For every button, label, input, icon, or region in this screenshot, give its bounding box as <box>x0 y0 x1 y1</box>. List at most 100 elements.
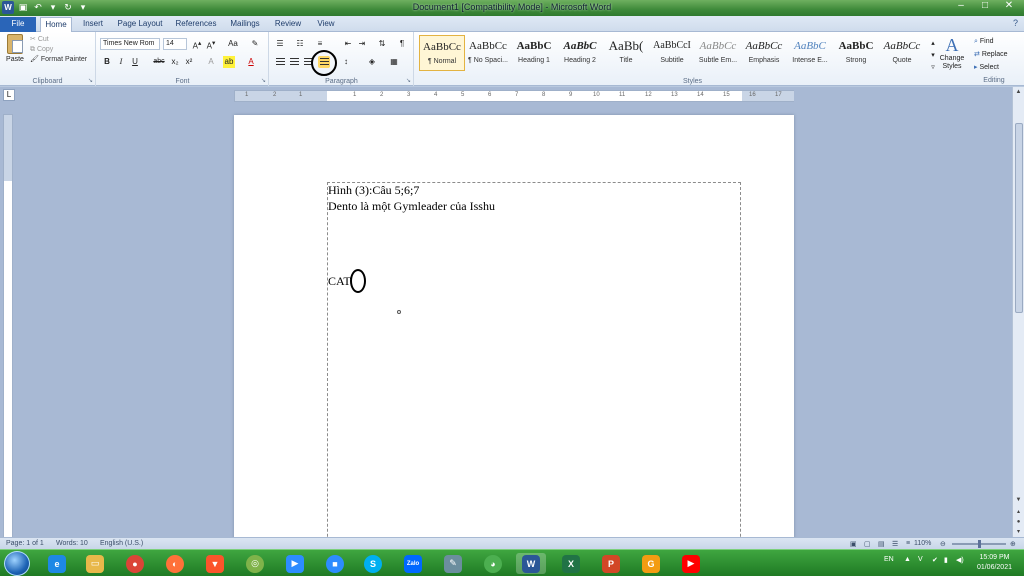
zoom-in-icon[interactable]: ⊕ <box>1010 540 1016 548</box>
align-right-button[interactable] <box>302 56 314 68</box>
word-count[interactable]: Words: 10 <box>56 540 88 547</box>
style-normal[interactable]: AaBbCc ¶ Normal <box>419 35 465 71</box>
scrollbar-thumb[interactable] <box>1015 123 1023 313</box>
highlight-icon[interactable]: ab <box>223 56 235 68</box>
paragraph-launcher-icon[interactable]: ↘ <box>406 77 411 84</box>
strikethrough-button[interactable]: abc <box>151 56 167 68</box>
change-case-button[interactable]: Aa <box>225 38 241 50</box>
align-center-button[interactable] <box>288 56 300 68</box>
style-heading-2[interactable]: AaBbC Heading 2 <box>557 35 603 71</box>
clear-formatting-icon[interactable]: ✎ <box>249 38 261 50</box>
page-count[interactable]: Page: 1 of 1 <box>6 540 44 547</box>
decrease-indent-icon[interactable]: ⇤ <box>342 38 354 50</box>
bullets-icon[interactable]: ☰ <box>274 38 286 50</box>
minimize-button[interactable]: – <box>954 0 968 11</box>
align-left-button[interactable] <box>274 56 286 68</box>
taskbar-ie[interactable]: e <box>42 553 72 574</box>
taskbar-zoom[interactable]: ▶ <box>280 553 310 574</box>
taskbar-app[interactable]: ◎ <box>240 553 270 574</box>
shading-icon[interactable]: ◈ <box>366 56 378 68</box>
shrink-font-icon[interactable]: A▾ <box>205 38 217 51</box>
justify-button[interactable] <box>318 56 330 68</box>
font-launcher-icon[interactable]: ↘ <box>261 77 266 84</box>
style-subtitle[interactable]: AaBbCcI Subtitle <box>649 35 695 71</box>
font-size-combo[interactable]: 14 <box>163 38 187 50</box>
multilevel-list-icon[interactable]: ≡ <box>314 38 326 50</box>
tab-references[interactable]: References <box>172 17 220 32</box>
scroll-down-icon[interactable]: ▼ <box>1013 495 1024 505</box>
italic-button[interactable]: I <box>115 56 127 68</box>
tab-review[interactable]: Review <box>272 17 304 32</box>
network-icon[interactable]: ▮ <box>944 556 948 564</box>
full-screen-icon[interactable]: ▢ <box>864 540 871 548</box>
browse-object-icon[interactable]: ● <box>1013 517 1024 527</box>
taskbar-zalo[interactable]: Zalo <box>398 553 428 574</box>
vertical-scrollbar[interactable]: ▲ ▼ ▴ ● ▾ <box>1012 87 1024 537</box>
underline-button[interactable]: U <box>129 56 141 68</box>
tab-mailings[interactable]: Mailings <box>226 17 264 32</box>
tab-page-layout[interactable]: Page Layout <box>114 17 166 32</box>
style-title[interactable]: AaBb( Title <box>603 35 649 71</box>
tray-app-icon[interactable]: V <box>918 556 923 563</box>
style-heading-1[interactable]: AaBbC Heading 1 <box>511 35 557 71</box>
style-emphasis[interactable]: AaBbCc Emphasis <box>741 35 787 71</box>
font-name-combo[interactable]: Times New Rom <box>100 38 160 50</box>
change-styles-button[interactable]: A Change Styles <box>938 35 966 71</box>
taskbar-skype[interactable]: S <box>358 553 388 574</box>
next-page-icon[interactable]: ▾ <box>1013 527 1024 537</box>
input-language[interactable]: EN <box>884 556 894 563</box>
sort-icon[interactable]: ⇅ <box>376 38 388 50</box>
taskbar-tool[interactable]: ✎ <box>438 553 468 574</box>
tab-file[interactable]: File <box>0 17 36 32</box>
tab-view[interactable]: View <box>312 17 340 32</box>
taskbar-zoom-2[interactable]: ■ <box>320 553 350 574</box>
text-box[interactable]: Hình (3):Câu 5;6;7 Dento là một Gymleade… <box>327 182 741 537</box>
close-button[interactable]: ✕ <box>1002 0 1016 11</box>
font-color-icon[interactable]: A <box>245 56 257 68</box>
style-no-spacing[interactable]: AaBbCc ¶ No Spaci... <box>465 35 511 71</box>
taskbar-powerpoint[interactable]: P <box>596 553 626 574</box>
tab-selector[interactable]: L <box>3 89 15 101</box>
line-spacing-icon[interactable]: ↕ <box>340 56 352 68</box>
zoom-slider[interactable] <box>952 540 1006 548</box>
borders-icon[interactable]: ▦ <box>388 56 400 68</box>
text-effects-icon[interactable]: A <box>205 56 217 68</box>
taskbar-word[interactable]: W <box>516 553 546 574</box>
subscript-button[interactable]: x₂ <box>169 56 181 68</box>
style-intense-emphasis[interactable]: AaBbC Intense E... <box>787 35 833 71</box>
outline-icon[interactable]: ☰ <box>892 540 898 548</box>
replace-button[interactable]: ⇄ Replace <box>974 48 1008 61</box>
maximize-button[interactable]: □ <box>978 0 992 11</box>
doc-line-3[interactable]: CAT <box>328 274 351 289</box>
horizontal-ruler[interactable]: 1 2 1 1 2 3 4 5 6 7 8 9 10 11 12 13 14 1… <box>234 90 794 102</box>
print-layout-icon[interactable]: ▣ <box>850 540 857 548</box>
doc-line-1[interactable]: Hình (3):Câu 5;6;7 <box>328 183 419 198</box>
superscript-button[interactable]: x² <box>183 56 195 68</box>
bold-button[interactable]: B <box>101 56 113 68</box>
cut-button[interactable]: ✂ Cut <box>30 35 87 45</box>
web-layout-icon[interactable]: ▤ <box>878 540 885 548</box>
document-page[interactable]: Hình (3):Câu 5;6;7 Dento là một Gymleade… <box>234 115 794 537</box>
taskbar-youtube[interactable]: ▶ <box>676 553 706 574</box>
start-button[interactable] <box>4 551 30 576</box>
taskbar-explorer[interactable]: ▭ <box>80 553 110 574</box>
taskbar-paint[interactable]: ◕ <box>478 553 508 574</box>
tab-home[interactable]: Home <box>40 17 72 32</box>
doc-line-2[interactable]: Dento là một Gymleader của Isshu <box>328 199 495 214</box>
paste-button[interactable]: Paste <box>4 34 26 63</box>
draft-icon[interactable]: ≡ <box>906 540 910 547</box>
style-quote[interactable]: AaBbCc Quote <box>879 35 925 71</box>
zoom-level[interactable]: 110% <box>914 540 931 547</box>
tray-up-arrow-icon[interactable]: ▲ <box>904 556 911 563</box>
taskbar-firefox[interactable]: ◐ <box>160 553 190 574</box>
dialog-launcher-icon[interactable]: ↘ <box>88 77 93 84</box>
increase-indent-icon[interactable]: ⇥ <box>356 38 368 50</box>
taskbar-chrome[interactable]: ● <box>120 553 150 574</box>
scroll-up-icon[interactable]: ▲ <box>1013 87 1024 97</box>
format-painter-button[interactable]: 🖌 Format Painter <box>30 55 87 65</box>
volume-icon[interactable]: ◀) <box>956 556 964 564</box>
copy-button[interactable]: ⧉ Copy <box>30 45 87 55</box>
tray-check-icon[interactable]: ✔ <box>932 556 938 564</box>
zoom-out-icon[interactable]: ⊖ <box>940 540 946 548</box>
help-icon[interactable]: ? <box>1013 18 1018 28</box>
